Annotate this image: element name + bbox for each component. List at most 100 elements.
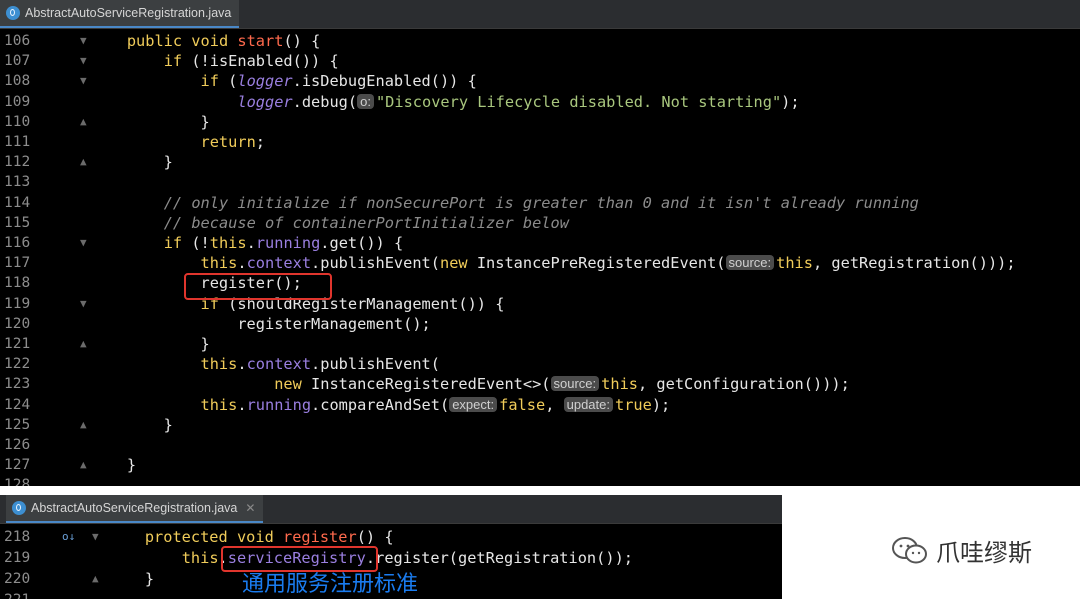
java-class-icon <box>12 501 26 515</box>
watermark: 爪哇缪斯 <box>890 533 1032 568</box>
line-number: 120 <box>4 315 31 332</box>
code-text: protected void register() { <box>144 528 394 546</box>
tab-bar: AbstractAutoServiceRegistration.java ✕ <box>0 495 782 524</box>
highlight-box-service-registry <box>221 546 378 572</box>
wechat-icon <box>892 536 927 563</box>
line-number: 114 <box>4 194 31 211</box>
line-number: 220 <box>4 571 31 587</box>
line-number: 116 <box>4 235 31 251</box>
code-text: this.running.compareAndSet(expect: false,… <box>200 395 671 414</box>
line-number: 107 <box>4 53 31 70</box>
java-class-icon <box>6 6 20 20</box>
watermark-text: 爪哇缪斯 <box>936 539 1032 567</box>
code-line[interactable]: 124 this.running.compareAndSet(expect: fa… <box>0 395 1080 415</box>
line-number: 127 <box>4 457 31 474</box>
code-text: this.context.publishEvent(new InstancePr… <box>200 254 1016 273</box>
code-line[interactable]: 117 this.context.publishEvent(new Instan… <box>0 253 1080 273</box>
line-number: 109 <box>4 93 31 110</box>
fold-marker-icon[interactable]: ▲ <box>80 415 87 435</box>
code-text: public void start() { <box>126 32 321 50</box>
file-tab-label: AbstractAutoServiceRegistration.java <box>31 501 238 515</box>
code-line[interactable]: 116 ▼ if (!this.running.get()) { <box>0 233 1080 253</box>
line-number: 108 <box>4 73 31 90</box>
code-text: registerManagement(); <box>90 314 431 333</box>
fold-marker-icon[interactable]: ▼ <box>80 51 87 71</box>
file-tab[interactable]: AbstractAutoServiceRegistration.java ✕ <box>6 495 264 523</box>
code-text: if (!this.running.get()) { <box>163 234 404 252</box>
highlight-box-register-call <box>184 273 332 300</box>
code-line[interactable]: 114 // only initialize if nonSecurePort … <box>0 193 1080 213</box>
code-line[interactable]: 119 ▼ if (shouldRegisterManagement()) { <box>0 294 1080 314</box>
fold-marker-icon[interactable]: ▲ <box>80 112 87 132</box>
code-line[interactable]: 121 ▲ } <box>0 334 1080 354</box>
code-line[interactable]: 109 logger.debug(o: "Discovery Lifecycle … <box>0 92 1080 112</box>
code-text: // only initialize if nonSecurePort is g… <box>163 193 919 212</box>
code-line[interactable]: 111 return; <box>0 132 1080 152</box>
line-number: 117 <box>4 255 31 272</box>
code-text: if (logger.isDebugEnabled()) { <box>200 72 477 91</box>
fold-marker-icon[interactable]: ▲ <box>92 569 99 589</box>
line-number: 118 <box>4 275 31 292</box>
line-number: 110 <box>4 113 31 130</box>
code-line[interactable]: 128 <box>0 475 1080 486</box>
line-number: 124 <box>4 396 31 413</box>
fold-marker-icon[interactable]: ▼ <box>80 294 87 314</box>
code-text: if (!isEnabled()) { <box>163 52 339 71</box>
code-text: } <box>90 456 137 475</box>
code-text: this.context.publishEvent( <box>200 355 440 374</box>
code-text: } <box>90 415 173 434</box>
code-line[interactable]: 127 ▲ } <box>0 455 1080 475</box>
code-line[interactable]: 107 ▼ if (!isEnabled()) { <box>0 51 1080 71</box>
fold-marker-icon[interactable]: ▼ <box>80 233 87 253</box>
code-line[interactable]: 218 ▼ protected void register() { o↓ <box>0 527 782 547</box>
code-line[interactable]: 123 new InstanceRegisteredEvent<>(source… <box>0 374 1080 394</box>
line-number: 218 <box>4 529 31 545</box>
code-line[interactable]: 122 this.context.publishEvent( <box>0 354 1080 374</box>
tab-bar: AbstractAutoServiceRegistration.java <box>0 0 1080 29</box>
code-line[interactable]: 115 // because of containerPortInitializ… <box>0 213 1080 233</box>
code-text: logger.debug(o: "Discovery Lifecycle disa… <box>237 92 800 111</box>
fold-marker-icon[interactable]: ▲ <box>80 334 87 354</box>
code-line[interactable]: 118 register(); <box>0 273 1080 293</box>
line-number: 125 <box>4 416 31 433</box>
line-number: 121 <box>4 336 31 352</box>
code-line[interactable]: 125 ▲ } <box>0 415 1080 435</box>
code-line[interactable]: 108 ▼ if (logger.isDebugEnabled()) { <box>0 71 1080 91</box>
code-text: } <box>90 112 210 131</box>
code-text: // because of containerPortInitializer b… <box>163 213 569 232</box>
fold-marker-icon[interactable]: ▼ <box>92 527 99 547</box>
line-number: 221 <box>4 590 44 599</box>
fold-marker-icon[interactable]: ▼ <box>80 31 87 51</box>
line-number: 113 <box>4 174 31 191</box>
line-number: 219 <box>4 550 31 566</box>
line-number: 122 <box>4 356 31 373</box>
annotation-label: 通用服务注册标准 <box>242 572 419 597</box>
code-text: return; <box>200 133 265 151</box>
line-number: 115 <box>4 214 31 231</box>
file-tab[interactable]: AbstractAutoServiceRegistration.java <box>0 0 240 28</box>
line-number: 123 <box>4 376 31 393</box>
code-line[interactable]: 112 ▲ } <box>0 152 1080 172</box>
code-line[interactable]: 106 ▼ public void start() { <box>0 31 1080 51</box>
line-number: 126 <box>4 437 31 453</box>
line-number: 106 <box>4 33 31 49</box>
line-number: 128 <box>4 477 31 486</box>
code-line[interactable]: 120 registerManagement(); <box>0 314 1080 334</box>
code-text: } <box>108 570 155 588</box>
fold-marker-icon[interactable]: ▲ <box>80 455 87 475</box>
code-line[interactable]: 110 ▲ } <box>0 112 1080 132</box>
code-text: } <box>90 153 173 172</box>
code-text: new InstanceRegisteredEvent<>(source: thi… <box>274 375 850 394</box>
line-number: 111 <box>4 134 31 150</box>
fold-marker-icon[interactable]: ▲ <box>80 152 87 172</box>
code-line[interactable]: 126 <box>0 435 1080 455</box>
code-line[interactable]: 113 <box>0 172 1080 192</box>
overrides-method-icon[interactable]: o↓ <box>62 527 75 547</box>
fold-marker-icon[interactable]: ▼ <box>80 71 87 91</box>
file-tab-label: AbstractAutoServiceRegistration.java <box>25 6 232 20</box>
line-number: 119 <box>4 295 31 312</box>
code-text: } <box>90 335 210 353</box>
close-icon[interactable]: ✕ <box>245 501 255 515</box>
editor-panel-top: AbstractAutoServiceRegistration.java 106… <box>0 0 1080 486</box>
code-line[interactable]: 219 this.serviceRegistry.register(getReg… <box>0 548 782 568</box>
